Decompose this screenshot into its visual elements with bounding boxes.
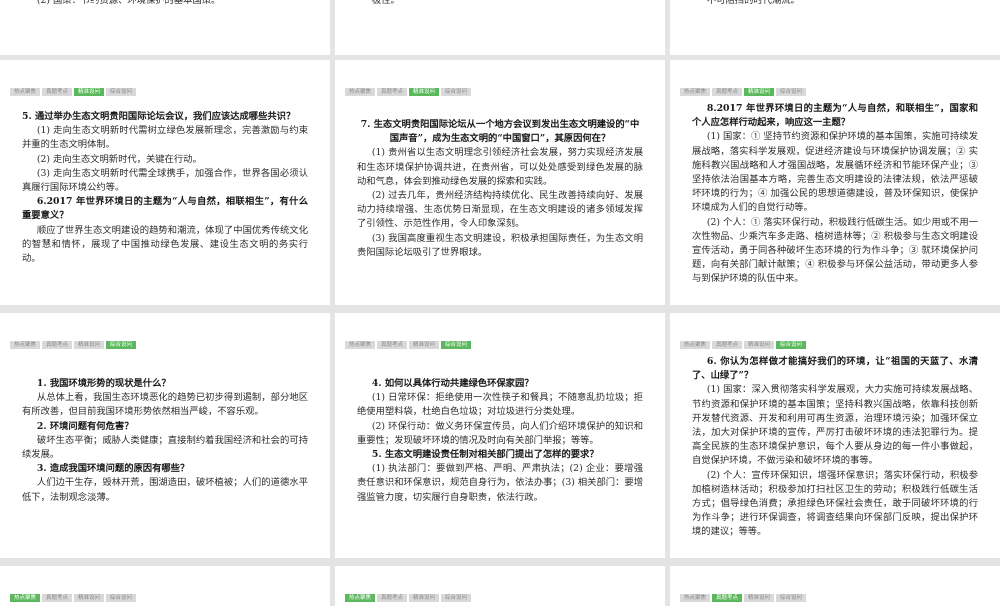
question-heading: 2. 环境问题有何危害？ xyxy=(36,420,134,432)
section-tabs: 热点聚焦 真题考点 精准设问 综合设问 xyxy=(10,341,137,349)
tab-exam-points[interactable]: 真题考点 xyxy=(42,594,73,602)
tab-exam-points[interactable]: 真题考点 xyxy=(712,594,743,602)
section-tabs: 热点聚焦 真题考点 精准设问 综合设问 xyxy=(345,594,472,602)
slide-card-2: 极性。 xyxy=(335,0,665,55)
answer-paragraph: 破坏生态平衡；威胁人类健康；直接制约着我国经济和社会的可持续发展。 xyxy=(22,434,308,461)
slide-body: 8.2017 年世界环境日的主题为“人与自然，和联相生”，国家和个人应怎样行动起… xyxy=(692,102,978,287)
slide-card-9: 热点聚焦 真题考点 精准设问 综合设问 6. 你认为怎样做才能搞好我们的环境，让“祖国… xyxy=(670,313,1000,558)
tab-precise-questions[interactable]: 精准设问 xyxy=(744,594,775,602)
section-tabs: 热点聚焦 真题考点 精准设问 综合设问 xyxy=(10,88,137,96)
tab-comprehensive-questions[interactable]: 综合设问 xyxy=(106,88,137,96)
answer-paragraph: (1) 国家：深入贯彻落实科学发展观，大力实施可持续发展战略、节约资源和保护环境… xyxy=(692,384,978,467)
slide-body: (2) 国策：节约资源、环境保护的基本国策。 xyxy=(22,0,308,8)
tab-comprehensive-questions[interactable]: 综合设问 xyxy=(776,88,807,96)
slide-card-3: 不可阻挡的时代潮流。 xyxy=(670,0,1000,55)
tab-precise-questions[interactable]: 精准设问 xyxy=(74,341,105,349)
answer-paragraph: (1) 贵州省以生态文明理念引领经济社会发展，努力实现经济发展和生态环境保护协调… xyxy=(357,147,643,187)
answer-paragraph: 不可阻挡的时代潮流。 xyxy=(706,0,800,6)
tab-precise-questions[interactable]: 精准设问 xyxy=(74,594,105,602)
tab-hotspot[interactable]: 热点聚焦 xyxy=(680,88,711,96)
section-tabs: 热点聚焦 真题考点 精准设问 综合设问 xyxy=(680,341,807,349)
answer-paragraph: (2) 环保行动：做义务环保宣传员，向人们介绍环境保护的知识和重要性；发现破坏环… xyxy=(357,420,643,446)
slide-body: 6. 你认为怎样做才能搞好我们的环境，让“祖国的天蓝了、水清了、山绿了”？ (1)… xyxy=(692,355,978,540)
answer-paragraph: (1) 国家：① 坚持节约资源和保护环境的基本国策，实施可持续发展战略，落实科学… xyxy=(692,131,978,214)
tab-exam-points[interactable]: 真题考点 xyxy=(42,88,73,96)
tab-exam-points[interactable]: 真题考点 xyxy=(712,88,743,96)
tab-comprehensive-questions[interactable]: 综合设问 xyxy=(441,594,472,602)
tab-precise-questions[interactable]: 精准设问 xyxy=(744,88,775,96)
question-heading: 1. 我国环境形势的现状是什么？ xyxy=(36,378,171,389)
answer-paragraph: (1) 执法部门：要做到严格、严明、严肃执法；(2) 企业：要增强责任意识和环保… xyxy=(357,463,643,503)
question-heading: 7. 生态文明贵阳国际论坛从一个地方会议到发出生态文明建设的“中国声音”，成为生… xyxy=(360,119,640,145)
answer-paragraph: (2) 国策：节约资源、环境保护的基本国策。 xyxy=(36,0,221,6)
slide-body: 5. 通过举办生态文明贵阳国际论坛会议，我们应该达成哪些共识？ (1) 走向生态文… xyxy=(22,110,308,266)
section-tabs: 热点聚焦 真题考点 精准设问 综合设问 xyxy=(345,88,472,96)
tab-comprehensive-questions[interactable]: 综合设问 xyxy=(776,594,807,602)
answer-paragraph: (1) 走向生态文明新时代需树立绿色发展新理念，完善激励与约束并重的生态文明体制… xyxy=(22,125,308,151)
question-heading: 6.2017 年世界环境日的主题为“人与自然，相联相生”，有什么重要意义？ xyxy=(22,196,308,222)
tab-hotspot[interactable]: 热点聚焦 xyxy=(10,88,41,96)
tab-comprehensive-questions[interactable]: 综合设问 xyxy=(441,88,472,96)
question-heading: 6. 你认为怎样做才能搞好我们的环境，让“祖国的天蓝了、水清了、山绿了”？ xyxy=(692,356,978,382)
slide-body: 4. 如何以具体行动共建绿色环保家园？ (1) 日常环保：拒绝使用一次性筷子和餐具… xyxy=(357,377,643,505)
answer-paragraph: (2) 过去几年，贵州经济结构持续优化、民生改善持续向好、发展动力持续增强、生态… xyxy=(357,190,643,230)
tab-exam-points[interactable]: 真题考点 xyxy=(712,341,743,349)
question-heading: 4. 如何以具体行动共建绿色环保家园？ xyxy=(371,378,534,389)
section-tabs: 热点聚焦 真题考点 精准设问 综合设问 xyxy=(10,594,137,602)
tab-hotspot[interactable]: 热点聚焦 xyxy=(680,594,711,602)
slide-card-5: 热点聚焦 真题考点 精准设问 综合设问 7. 生态文明贵阳国际论坛从一个地方会议到发出… xyxy=(335,60,665,305)
tab-exam-points[interactable]: 真题考点 xyxy=(42,341,73,349)
tab-precise-questions[interactable]: 精准设问 xyxy=(744,341,775,349)
tab-precise-questions[interactable]: 精准设问 xyxy=(409,341,440,349)
answer-paragraph: (2) 个人：宣传环保知识，增强环保意识；落实环保行动，积极参加植树造林活动；积… xyxy=(692,469,978,538)
tab-exam-points[interactable]: 真题考点 xyxy=(377,594,408,602)
answer-paragraph: 人们边干生存，毁林开荒，围湖造田，破坏植被；人们的道德水平低下，法制观念淡薄。 xyxy=(22,477,308,503)
slide-body: 不可阻挡的时代潮流。 xyxy=(692,0,978,8)
slide-body: 7. 生态文明贵阳国际论坛从一个地方会议到发出生态文明建设的“中国声音”，成为生… xyxy=(357,118,643,260)
tab-precise-questions[interactable]: 精准设问 xyxy=(409,594,440,602)
slide-body: 1. 我国环境形势的现状是什么？ 从总体上看，我国生态环境恶化的趋势已初步得到遏制… xyxy=(22,377,308,505)
section-tabs: 热点聚焦 真题考点 精准设问 综合设问 xyxy=(680,594,807,602)
slide-card-12: 热点聚焦 真题考点 精准设问 综合设问 xyxy=(670,566,1000,606)
answer-paragraph: (3) 走向生态文明新时代需全球携手，加强合作，世界各国必须认真履行国际环境公约… xyxy=(22,167,308,194)
tab-hotspot[interactable]: 热点聚焦 xyxy=(345,594,376,602)
answer-paragraph: 顺应了世界生态文明建设的趋势和潮流，体现了中国优秀传统文化的智慧和情怀，展现了中… xyxy=(22,224,308,265)
tab-comprehensive-questions[interactable]: 综合设问 xyxy=(776,341,807,349)
question-heading: 3. 造成我国环境问题的原因有哪些？ xyxy=(36,463,190,475)
question-heading: 8.2017 年世界环境日的主题为“人与自然，和联相生”，国家和个人应怎样行动起… xyxy=(692,103,978,129)
slide-card-4: 热点聚焦 真题考点 精准设问 综合设问 5. 通过举办生态文明贵阳国际论坛会议，我们应… xyxy=(0,60,330,305)
answer-paragraph: 极性。 xyxy=(371,0,400,6)
slide-card-7: 热点聚焦 真题考点 精准设问 综合设问 1. 我国环境形势的现状是什么？ 从总体上看，我… xyxy=(0,313,330,558)
tab-precise-questions[interactable]: 精准设问 xyxy=(409,88,440,96)
tab-exam-points[interactable]: 真题考点 xyxy=(377,341,408,349)
tab-comprehensive-questions[interactable]: 综合设问 xyxy=(106,594,137,602)
section-tabs: 热点聚焦 真题考点 精准设问 综合设问 xyxy=(680,88,807,96)
tab-comprehensive-questions[interactable]: 综合设问 xyxy=(106,341,137,349)
slide-card-8: 热点聚焦 真题考点 精准设问 综合设问 4. 如何以具体行动共建绿色环保家园？ (1) … xyxy=(335,313,665,558)
section-tabs: 热点聚焦 真题考点 精准设问 综合设问 xyxy=(345,341,472,349)
tab-hotspot[interactable]: 热点聚焦 xyxy=(345,341,376,349)
tab-precise-questions[interactable]: 精准设问 xyxy=(74,88,105,96)
answer-paragraph: (3) 我国高度重视生态文明建设，积极承担国际责任，为生态文明贵阳国际论坛吸引了… xyxy=(357,232,643,258)
tab-hotspot[interactable]: 热点聚焦 xyxy=(10,594,41,602)
slide-card-6: 热点聚焦 真题考点 精准设问 综合设问 8.2017 年世界环境日的主题为“人与自然，… xyxy=(670,60,1000,305)
answer-paragraph: (2) 个人：① 落实环保行动，积极践行低碳生活。如少用或不用一次性物品、少乘汽… xyxy=(692,216,978,285)
slide-body: 极性。 xyxy=(357,0,643,8)
slide-card-10: 热点聚焦 真题考点 精准设问 综合设问 xyxy=(0,566,330,606)
answer-paragraph: 从总体上看，我国生态环境恶化的趋势已初步得到遏制，部分地区有所改善，但目前我国环… xyxy=(22,392,308,418)
answer-paragraph: (1) 日常环保：拒绝使用一次性筷子和餐具；不随意乱扔垃圾；拒绝使用塑料袋，杜绝… xyxy=(357,392,643,418)
tab-exam-points[interactable]: 真题考点 xyxy=(377,88,408,96)
slide-card-11: 热点聚焦 真题考点 精准设问 综合设问 xyxy=(335,566,665,606)
answer-paragraph: (2) 走向生态文明新时代，关键在行动。 xyxy=(36,153,202,165)
tab-hotspot[interactable]: 热点聚焦 xyxy=(680,341,711,349)
tab-hotspot[interactable]: 热点聚焦 xyxy=(10,341,41,349)
tab-comprehensive-questions[interactable]: 综合设问 xyxy=(441,341,472,349)
question-heading: 5. 生态文明建设责任制对相关部门提出了怎样的要求？ xyxy=(371,449,599,461)
slide-card-1: (2) 国策：节约资源、环境保护的基本国策。 xyxy=(0,0,330,55)
question-heading: 5. 通过举办生态文明贵阳国际论坛会议，我们应该达成哪些共识？ xyxy=(22,111,296,122)
tab-hotspot[interactable]: 热点聚焦 xyxy=(345,88,376,96)
